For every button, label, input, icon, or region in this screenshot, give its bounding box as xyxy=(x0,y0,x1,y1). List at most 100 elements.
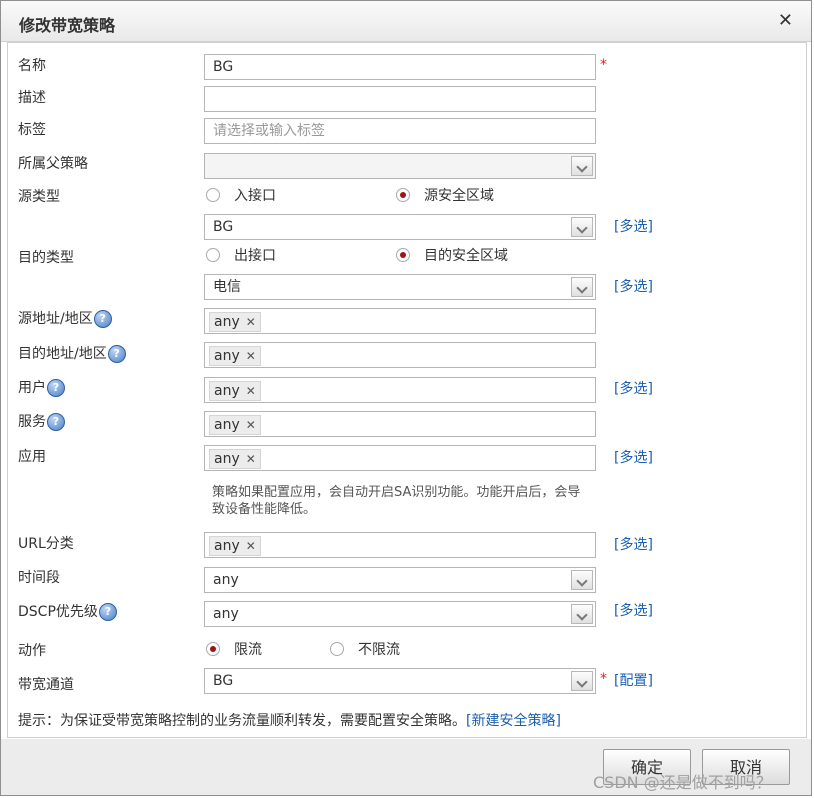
dest-zone-select[interactable]: 电信 xyxy=(204,274,596,300)
help-icon[interactable]: ? xyxy=(107,345,126,363)
time-range-value: any xyxy=(213,572,239,588)
help-icon[interactable]: ? xyxy=(47,413,65,431)
time-range-select[interactable]: any xyxy=(204,567,596,593)
dialog-body: 名称 * 描述 标签 所属父策略 源类型 入接口 源安全区域 BG [多选] 目… xyxy=(7,42,807,738)
tag-remove-icon[interactable]: ✕ xyxy=(246,418,256,432)
radio-no-limit-label: 不限流 xyxy=(358,642,400,658)
dest-address-label-text: 目的地址/地区 xyxy=(18,346,107,362)
bandwidth-config-link[interactable]: [配置] xyxy=(614,670,653,690)
chevron-down-icon[interactable] xyxy=(571,156,593,176)
tag-text: any xyxy=(214,417,240,433)
url-category-tag: any ✕ xyxy=(209,536,261,556)
chevron-down-icon[interactable] xyxy=(571,671,593,691)
tag-text: any xyxy=(214,538,240,554)
dest-address-tag: any ✕ xyxy=(209,346,261,366)
dialog-title: 修改带宽策略 xyxy=(19,16,116,35)
parent-policy-select[interactable] xyxy=(204,153,596,179)
chevron-down-icon[interactable] xyxy=(571,217,593,237)
service-label: 服务? xyxy=(18,411,65,431)
source-address-input[interactable]: any ✕ xyxy=(204,308,596,334)
new-security-policy-link[interactable]: [新建安全策略] xyxy=(466,713,561,729)
radio-dest-security-zone-label: 目的安全区域 xyxy=(424,248,508,264)
parent-policy-label: 所属父策略 xyxy=(18,156,88,172)
tag-text: any xyxy=(214,314,240,330)
radio-no-limit[interactable] xyxy=(330,642,344,656)
tags-input[interactable] xyxy=(204,118,596,144)
application-note: 策略如果配置应用，会自动开启SA识别功能。功能开启后，会导致设备性能降低。 xyxy=(212,485,581,517)
radio-source-security-zone-label: 源安全区域 xyxy=(424,188,494,204)
dest-address-label: 目的地址/地区? xyxy=(18,343,126,363)
radio-inbound-interface[interactable] xyxy=(206,188,220,202)
tag-remove-icon[interactable]: ✕ xyxy=(246,315,256,329)
application-label: 应用 xyxy=(18,449,46,465)
radio-dest-security-zone[interactable] xyxy=(396,248,410,262)
tag-text: any xyxy=(214,348,240,364)
tag-remove-icon[interactable]: ✕ xyxy=(246,452,256,466)
source-zone-multi-select-link[interactable]: [多选] xyxy=(614,216,653,236)
tag-remove-icon[interactable]: ✕ xyxy=(246,384,256,398)
dialog-titlebar: 修改带宽策略 ✕ xyxy=(1,1,811,42)
help-icon[interactable]: ? xyxy=(47,379,65,397)
dest-address-input[interactable]: any ✕ xyxy=(204,342,596,368)
user-label-text: 用户 xyxy=(18,380,46,396)
source-zone-select[interactable]: BG xyxy=(204,214,596,240)
application-multi-select-link[interactable]: [多选] xyxy=(614,447,653,467)
close-icon[interactable]: ✕ xyxy=(778,10,793,31)
edit-bandwidth-policy-dialog: 修改带宽策略 ✕ 名称 * 描述 标签 所属父策略 源类型 入接口 源安全区域 … xyxy=(0,0,812,796)
tag-text: any xyxy=(214,451,240,467)
source-address-tag: any ✕ xyxy=(209,312,261,332)
bandwidth-channel-value: BG xyxy=(213,673,234,689)
service-label-text: 服务 xyxy=(18,414,46,430)
help-icon[interactable]: ? xyxy=(93,310,112,328)
radio-rate-limit[interactable] xyxy=(206,642,220,656)
chevron-down-icon[interactable] xyxy=(571,570,593,590)
user-tag: any ✕ xyxy=(209,381,261,401)
help-icon[interactable]: ? xyxy=(98,603,117,621)
user-label: 用户? xyxy=(18,377,65,397)
chevron-down-icon[interactable] xyxy=(571,604,593,624)
description-input[interactable] xyxy=(204,86,596,112)
dest-type-label: 目的类型 xyxy=(18,250,74,266)
bandwidth-channel-label: 带宽通道 xyxy=(18,677,74,693)
dest-zone-multi-select-link[interactable]: [多选] xyxy=(614,276,653,296)
dscp-priority-value: any xyxy=(213,606,239,622)
dscp-priority-label: DSCP优先级? xyxy=(18,601,117,621)
radio-source-security-zone[interactable] xyxy=(396,188,410,202)
time-range-label: 时间段 xyxy=(18,570,60,586)
bandwidth-required-mark: * xyxy=(600,671,607,687)
url-category-label: URL分类 xyxy=(18,536,74,552)
action-label: 动作 xyxy=(18,643,46,659)
dscp-multi-select-link[interactable]: [多选] xyxy=(614,600,653,620)
application-input[interactable]: any ✕ xyxy=(204,445,596,471)
name-required-mark: * xyxy=(600,57,607,73)
source-zone-value: BG xyxy=(213,219,234,235)
tags-label: 标签 xyxy=(18,122,46,138)
source-address-label: 源地址/地区? xyxy=(18,308,112,328)
tag-remove-icon[interactable]: ✕ xyxy=(246,349,256,363)
radio-outbound-interface-label: 出接口 xyxy=(234,248,276,264)
chevron-down-icon[interactable] xyxy=(571,277,593,297)
dest-zone-value: 电信 xyxy=(213,279,241,295)
tag-remove-icon[interactable]: ✕ xyxy=(246,539,256,553)
application-tag: any ✕ xyxy=(209,449,261,469)
tag-text: any xyxy=(214,383,240,399)
name-input[interactable] xyxy=(204,54,596,80)
url-category-input[interactable]: any ✕ xyxy=(204,532,596,558)
hint-text: 提示：为保证受带宽策略控制的业务流量顺利转发，需要配置安全策略。[新建安全策略] xyxy=(18,710,561,730)
radio-outbound-interface[interactable] xyxy=(206,248,220,262)
user-input[interactable]: any ✕ xyxy=(204,377,596,403)
hint-message: 提示：为保证受带宽策略控制的业务流量顺利转发，需要配置安全策略。 xyxy=(18,713,466,729)
dscp-priority-select[interactable]: any xyxy=(204,601,596,627)
source-address-label-text: 源地址/地区 xyxy=(18,311,93,327)
bandwidth-channel-select[interactable]: BG xyxy=(204,668,596,694)
service-tag: any ✕ xyxy=(209,415,261,435)
dscp-priority-label-text: DSCP优先级 xyxy=(18,604,98,620)
url-category-multi-select-link[interactable]: [多选] xyxy=(614,534,653,554)
description-label: 描述 xyxy=(18,90,46,106)
csdn-watermark: CSDN @还是做不到吗？ xyxy=(593,773,772,792)
service-input[interactable]: any ✕ xyxy=(204,411,596,437)
name-label: 名称 xyxy=(18,58,46,74)
source-type-label: 源类型 xyxy=(18,189,60,205)
radio-rate-limit-label: 限流 xyxy=(234,642,262,658)
user-multi-select-link[interactable]: [多选] xyxy=(614,378,653,398)
